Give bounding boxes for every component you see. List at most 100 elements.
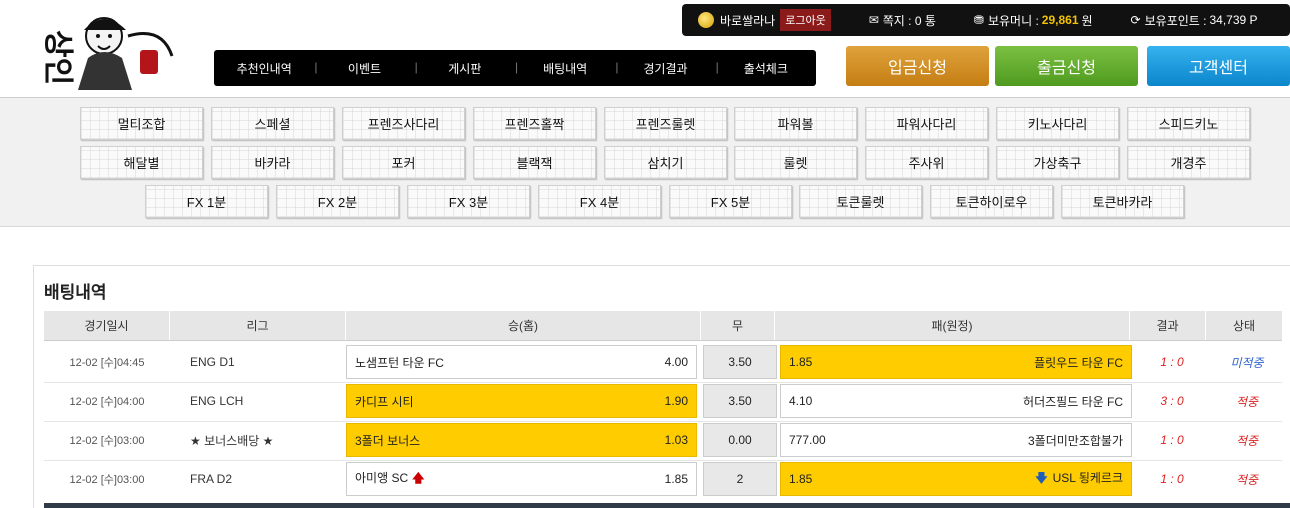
col-result: 결과 — [1130, 311, 1206, 340]
draw-cell[interactable]: 3.50 — [703, 345, 777, 379]
league-name: FRA D2 — [190, 472, 233, 486]
draw-odds: 3.50 — [728, 355, 752, 369]
away-odds: 777.00 — [789, 433, 826, 447]
game-button[interactable]: 포커 — [342, 146, 465, 179]
game-button[interactable]: 가상축구 — [996, 146, 1119, 179]
game-button[interactable]: 개경주 — [1127, 146, 1250, 179]
home-cell[interactable]: 아미앵 SC 🡅 1.85 — [346, 462, 697, 496]
game-button[interactable]: FX 1분 — [145, 185, 268, 218]
bet-status: 적중 — [1235, 433, 1259, 448]
game-button[interactable]: FX 3분 — [407, 185, 530, 218]
deposit-button[interactable]: 입금신청 — [846, 46, 989, 86]
home-odds: 4.00 — [664, 355, 688, 369]
match-date: 12-02 [수]03:00 — [69, 474, 145, 486]
logout-button[interactable]: 로그아웃 — [780, 9, 831, 31]
bet-status: 미적중 — [1230, 355, 1264, 370]
home-odds: 1.90 — [664, 394, 688, 408]
home-odds: 1.85 — [664, 472, 688, 486]
refresh-icon[interactable]: ⟳ — [1131, 13, 1141, 27]
away-cell[interactable]: 1.85 🡇 USL 됭케르크 — [780, 462, 1132, 496]
game-button[interactable]: 바카라 — [211, 146, 334, 179]
messages-link[interactable]: ✉ 쪽지 : 0 통 — [869, 12, 936, 29]
col-date: 경기일시 — [44, 311, 170, 340]
game-button[interactable]: 토큰룰렛 — [799, 185, 922, 218]
home-odds: 1.03 — [664, 433, 688, 447]
money-info: ⛃ 보유머니 : 29,861 원 — [974, 12, 1093, 29]
draw-cell[interactable]: 2 — [703, 462, 777, 496]
match-result: 1 : 0 — [1160, 355, 1184, 369]
table-header: 경기일시 리그 승(홈) 무 패(원정) 결과 상태 — [44, 311, 1282, 341]
withdraw-button[interactable]: 출금신청 — [995, 46, 1138, 86]
home-team: 노샘프턴 타운 FC — [355, 355, 444, 370]
money-label: 보유머니 : — [987, 13, 1039, 28]
game-button[interactable]: 블랙잭 — [473, 146, 596, 179]
nav-referral[interactable]: 추천인내역 — [214, 60, 314, 77]
league-name: ENG D1 — [190, 355, 235, 369]
draw-odds: 3.50 — [728, 394, 752, 408]
away-odds: 1.85 — [789, 472, 813, 486]
points-info: ⟳ 보유포인트 : 34,739 P — [1131, 12, 1258, 29]
away-odds: 4.10 — [789, 394, 813, 408]
money-value: 29,861 — [1041, 13, 1079, 27]
game-button[interactable]: FX 5분 — [669, 185, 792, 218]
home-cell[interactable]: 3폴더 보너스 1.03 — [346, 423, 697, 457]
nav-event[interactable]: 이벤트 — [314, 60, 414, 77]
username: 바로쌀라나 — [720, 13, 776, 28]
nav-bet-history[interactable]: 배팅내역 — [515, 60, 615, 77]
away-cell[interactable]: 777.00 3폴더미만조합불가 — [780, 423, 1132, 457]
game-button[interactable]: 삼치기 — [604, 146, 727, 179]
col-draw: 무 — [701, 311, 775, 340]
nav-results[interactable]: 경기결과 — [615, 60, 715, 77]
game-button[interactable]: 토큰하이로우 — [930, 185, 1053, 218]
game-button[interactable]: 프렌즈홀짝 — [473, 107, 596, 140]
game-button[interactable]: FX 2분 — [276, 185, 399, 218]
support-button[interactable]: 고객센터 — [1147, 46, 1290, 86]
game-button[interactable]: 파워사다리 — [865, 107, 988, 140]
money-unit: 원 — [1081, 13, 1093, 28]
away-team: USL 됭케르크 — [1052, 470, 1123, 485]
draw-odds: 2 — [736, 472, 744, 486]
points-value: 34,739 P — [1209, 13, 1258, 27]
messages-label: 쪽지 : 0 통 — [882, 13, 936, 28]
league-name: ENG LCH — [190, 394, 244, 408]
game-button[interactable]: 토큰바카라 — [1061, 185, 1184, 218]
game-button[interactable]: 스페셜 — [211, 107, 334, 140]
game-button[interactable]: 프렌즈사다리 — [342, 107, 465, 140]
table-row: 12-02 [수]04:45 ENG D1 노샘프턴 타운 FC 4.00 3.… — [44, 343, 1282, 381]
game-button[interactable]: 멀티조합 — [80, 107, 203, 140]
svg-text:상인: 상인 — [40, 30, 75, 85]
away-cell[interactable]: 1.85 플릿우드 타운 FC — [780, 345, 1132, 379]
game-button[interactable]: 주사위 — [865, 146, 988, 179]
game-button[interactable]: 스피드키노 — [1127, 107, 1250, 140]
money-stack-icon: ⛃ — [973, 13, 984, 27]
game-button[interactable]: FX 4분 — [538, 185, 661, 218]
game-menu: 멀티조합 스페셜 프렌즈사다리 프렌즈홀짝 프렌즈룰렛 파워볼 파워사다리 키노… — [0, 97, 1290, 227]
site-logo[interactable]: 상인 — [22, 6, 182, 92]
match-result: 1 : 0 — [1160, 472, 1184, 486]
arrow-down-icon: 🡇 — [1035, 470, 1048, 485]
points-label: 보유포인트 : — [1144, 13, 1207, 28]
col-away: 패(원정) — [775, 311, 1130, 340]
game-button[interactable]: 프렌즈룰렛 — [604, 107, 727, 140]
col-status: 상태 — [1232, 319, 1256, 333]
home-cell[interactable]: 노샘프턴 타운 FC 4.00 — [346, 345, 697, 379]
league-name: ★ 보너스배당 ★ — [190, 433, 274, 448]
envelope-icon: ✉ — [868, 13, 879, 27]
user-bar: 바로쌀라나 로그아웃 ✉ 쪽지 : 0 통 ⛃ 보유머니 : 29,861 원 … — [682, 4, 1290, 36]
home-team: 3폴더 보너스 — [355, 433, 421, 448]
table-row: 12-02 [수]03:00 ★ 보너스배당 ★ 3폴더 보너스 1.03 0.… — [44, 421, 1282, 459]
home-cell[interactable]: 카디프 시티 1.90 — [346, 384, 697, 418]
game-button[interactable]: 파워볼 — [734, 107, 857, 140]
away-team: 플릿우드 타운 FC — [1034, 355, 1123, 370]
header: 상인 바로쌀라나 로그아웃 ✉ 쪽지 : 0 통 ⛃ 보유머니 : 29,861… — [0, 0, 1290, 97]
away-cell[interactable]: 4.10 허더즈필드 타운 FC — [780, 384, 1132, 418]
nav-board[interactable]: 게시판 — [415, 60, 515, 77]
nav-attendance[interactable]: 출석체크 — [716, 60, 816, 77]
game-button[interactable]: 키노사다리 — [996, 107, 1119, 140]
table-row: 12-02 [수]03:00 FRA D2 아미앵 SC 🡅 1.85 2 1.8… — [44, 460, 1282, 498]
game-button[interactable]: 룰렛 — [734, 146, 857, 179]
draw-cell[interactable]: 0.00 — [703, 423, 777, 457]
game-button[interactable]: 해달별 — [80, 146, 203, 179]
main-nav: 추천인내역 이벤트 게시판 배팅내역 경기결과 출석체크 — [214, 50, 816, 86]
draw-cell[interactable]: 3.50 — [703, 384, 777, 418]
